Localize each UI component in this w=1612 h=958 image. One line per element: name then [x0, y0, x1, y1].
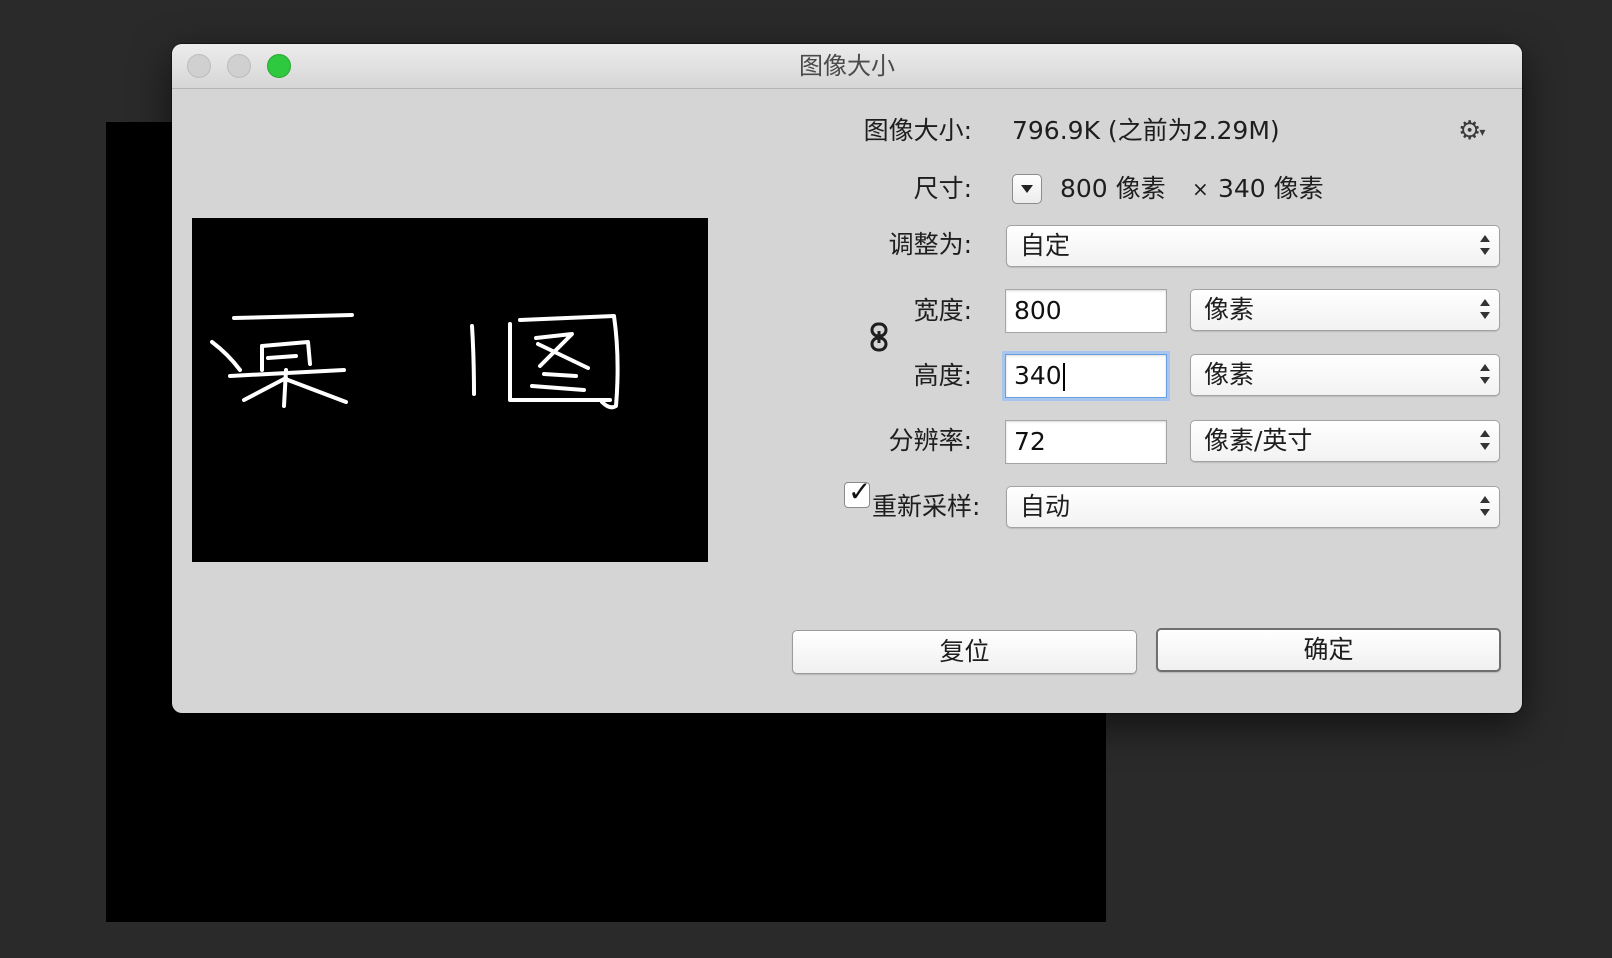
resolution-unit-value: 像素/英寸: [1204, 426, 1313, 455]
fit-to-value: 自定: [1020, 231, 1071, 260]
dimensions-times-sign: ×: [1192, 177, 1209, 201]
fit-to-select[interactable]: 自定: [1006, 225, 1500, 267]
resolution-unit-select[interactable]: 像素/英寸: [1190, 420, 1500, 462]
image-size-label: 图像大小:: [863, 116, 972, 145]
updown-arrows-icon: [1479, 296, 1491, 324]
width-input[interactable]: 800: [1005, 289, 1167, 333]
width-input-value: 800: [1014, 296, 1062, 325]
width-unit-select[interactable]: 像素: [1190, 289, 1500, 331]
height-input-value: 340: [1014, 361, 1062, 390]
image-size-value: 796.9K (之前为2.29M): [1012, 116, 1280, 145]
resample-checkbox[interactable]: ✓: [844, 477, 871, 508]
resample-select[interactable]: 自动: [1006, 486, 1500, 528]
updown-arrows-icon: [1479, 427, 1491, 455]
resolution-label: 分辨率:: [888, 426, 972, 455]
gear-icon[interactable]: ⚙▾: [1458, 116, 1494, 146]
dimensions-width-value: 800 像素: [1060, 174, 1166, 203]
image-size-dialog: 图像大小 图像大小: 796.9K (之前为2.29M) ⚙▾ 尺寸: 800 …: [172, 44, 1522, 713]
width-unit-value: 像素: [1204, 295, 1255, 324]
image-preview[interactable]: [192, 218, 708, 562]
updown-arrows-icon: [1479, 361, 1491, 389]
height-label: 高度:: [913, 361, 972, 390]
title-bar: 图像大小: [172, 44, 1522, 89]
updown-arrows-icon: [1479, 232, 1491, 260]
resample-value: 自动: [1020, 492, 1071, 521]
resample-label: 重新采样:: [872, 492, 981, 521]
resolution-input-value: 72: [1014, 427, 1046, 456]
handwriting-preview-image: [210, 313, 620, 410]
height-input[interactable]: 340: [1005, 354, 1167, 398]
height-unit-value: 像素: [1204, 360, 1255, 389]
dimensions-height-value: 340 像素: [1218, 174, 1324, 203]
width-label: 宽度:: [913, 296, 972, 325]
checkmark-icon: ✓: [848, 475, 872, 508]
height-unit-select[interactable]: 像素: [1190, 354, 1500, 396]
window-title: 图像大小: [799, 52, 895, 80]
reset-button[interactable]: 复位: [792, 630, 1137, 674]
dimensions-units-dropdown-icon[interactable]: [1012, 174, 1042, 204]
chain-link-icon[interactable]: [868, 322, 890, 352]
ok-button[interactable]: 确定: [1156, 628, 1501, 672]
resolution-input[interactable]: 72: [1005, 420, 1167, 464]
text-cursor: [1062, 363, 1065, 391]
updown-arrows-icon: [1479, 493, 1491, 521]
fit-to-label: 调整为:: [888, 230, 972, 259]
dimensions-label: 尺寸:: [913, 174, 972, 203]
